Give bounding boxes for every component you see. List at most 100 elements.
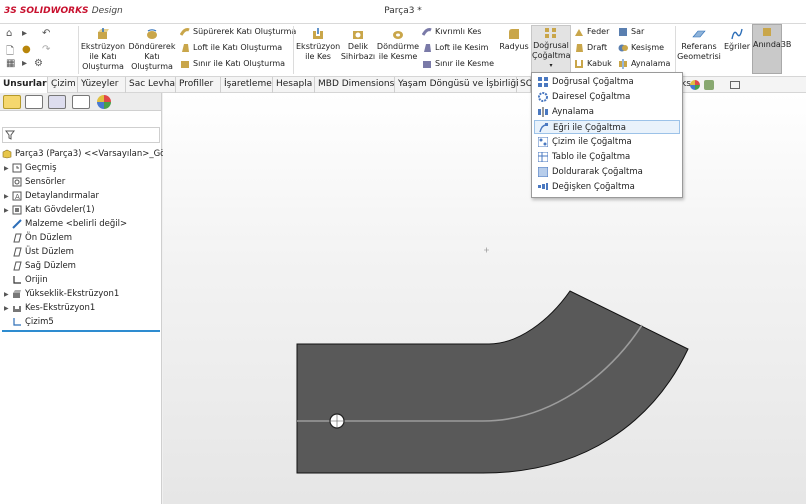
menu-item-curve-driven-pattern[interactable]: Eğri ile Çoğaltma (534, 120, 680, 134)
expand-arrow-icon[interactable]: ▶ (4, 288, 12, 302)
menu-item-table-driven-pattern[interactable]: Tablo ile Çoğaltma (534, 150, 680, 164)
tree-item-front-plane[interactable]: Ön Düzlem (4, 231, 72, 245)
fillet-button[interactable]: Radyus (497, 27, 531, 52)
appearance-icon[interactable] (690, 80, 700, 90)
wrap-label: Sar (631, 27, 645, 36)
linear-pattern-button[interactable]: Doğrusal Çoğaltma ▾ (531, 25, 571, 73)
tab-mbd-dimensions[interactable]: MBD Dimensions (315, 77, 395, 93)
instant3d-button[interactable]: Anında3B (752, 24, 791, 74)
curves-label: Eğriler (723, 42, 751, 51)
tree-item-solid-bodies[interactable]: ▶ Katı Gövdeler(1) (4, 203, 95, 217)
extrude-boss-button[interactable]: Ekstrüzyon ile Katı Oluşturma (80, 27, 126, 72)
sketch-driven-pattern-icon (538, 137, 548, 147)
print-icon[interactable]: ▦ (6, 58, 15, 69)
tree-item-material[interactable]: Malzeme <belirli değil> (4, 217, 127, 231)
extrude-cut-icon (313, 28, 323, 39)
curves-button[interactable]: Eğriler (723, 27, 751, 52)
table-driven-pattern-icon (538, 152, 548, 162)
scene-icon[interactable] (704, 80, 714, 90)
origin-icon (13, 275, 21, 284)
tree-item-top-plane[interactable]: Üst Düzlem (4, 245, 74, 259)
expand-arrow-icon[interactable]: ▶ (4, 204, 12, 218)
expand-arrow-icon[interactable]: ▶ (4, 162, 12, 176)
extrude-cut-button[interactable]: Ekstrüzyon ile Kes (296, 27, 340, 62)
revolve-cut-button[interactable]: Döndürme ile Kesme (376, 27, 420, 62)
feature-manager-panel: Parça3 (Parça3) <<Varsayılan>_Görü ▶ Geçm… (0, 93, 174, 504)
tree-item-right-plane[interactable]: Sağ Düzlem (4, 259, 76, 273)
rebuild-icon[interactable]: ▸ (22, 58, 27, 69)
tree-item-cut-extrude[interactable]: ▶ Kes-Ekstrüzyon1 (4, 301, 95, 315)
rollback-bar[interactable] (2, 330, 160, 332)
undo-icon[interactable]: ↶ (42, 28, 50, 39)
tree-item-sensors[interactable]: Sensörler (4, 175, 65, 189)
hole-wizard-button[interactable]: Delik Sihirbazı (340, 27, 376, 62)
tab-profiles[interactable]: Profiller (176, 77, 221, 93)
tab-features[interactable]: Unsurlar (0, 77, 48, 93)
swept-cut-button[interactable]: Kıvrımlı Kes (422, 25, 481, 39)
menu-item-variable-pattern[interactable]: Değişken Çoğaltma (534, 180, 680, 194)
part-model[interactable] (163, 93, 806, 504)
part-body-shape[interactable] (296, 290, 689, 474)
tab-sheet-metal[interactable]: Sac Levha (126, 77, 176, 93)
loft-boss-button[interactable]: Loft ile Katı Oluşturma (180, 41, 282, 55)
wrap-button[interactable]: Sar (618, 25, 644, 39)
boundary-cut-button[interactable]: Sınır ile Kesme (422, 57, 494, 71)
intersect-button[interactable]: Kesişme (618, 41, 664, 55)
origin-marker (484, 247, 489, 253)
redo-icon[interactable]: ↷ (42, 44, 50, 55)
boundary-boss-button[interactable]: Sınır ile Katı Oluşturma (180, 57, 285, 71)
swept-boss-label: Süpürerek Katı Oluşturma (193, 27, 297, 36)
options-gear-icon[interactable]: ⚙ (34, 58, 43, 69)
display-settings-icon[interactable] (730, 81, 740, 89)
menu-item-label: Çizim ile Çoğaltma (552, 137, 632, 147)
dimxpert-tab-icon[interactable] (72, 95, 90, 109)
expand-arrow-icon[interactable]: ▶ (4, 190, 12, 204)
menu-item-circular-pattern[interactable]: Dairesel Çoğaltma (534, 90, 680, 104)
menu-item-linear-pattern[interactable]: Doğrusal Çoğaltma (534, 75, 680, 89)
tab-evaluate[interactable]: Hesapla (273, 77, 315, 93)
hole-wizard-label: Delik Sihirbazı (340, 42, 376, 61)
graphics-viewport[interactable] (163, 93, 806, 504)
tree-item-origin[interactable]: Orijin (4, 273, 48, 287)
tree-item-sketch[interactable]: Çizim5 (4, 315, 54, 329)
property-manager-tab-icon[interactable] (25, 95, 43, 109)
rib-button[interactable]: Feder (574, 25, 609, 39)
tab-sketch[interactable]: Çizim (48, 77, 78, 93)
tab-solidworks-addins[interactable]: SO (517, 77, 533, 93)
draft-button[interactable]: Draft (574, 41, 607, 55)
tree-item-annotations[interactable]: ▶ A Detaylandırmalar (4, 189, 99, 203)
mirror-icon (619, 58, 627, 69)
configuration-manager-tab-icon[interactable] (48, 95, 66, 109)
dropdown-arrow-icon[interactable]: ▾ (532, 61, 570, 71)
tree-item-label: Katı Gövdeler(1) (25, 205, 95, 215)
tree-item-label: Malzeme <belirli değil> (25, 219, 128, 229)
plane-icon (13, 261, 22, 270)
lightbulb-icon[interactable]: ● (22, 44, 31, 55)
menu-item-sketch-driven-pattern[interactable]: Çizim ile Çoğaltma (534, 135, 680, 149)
tree-item-history[interactable]: ▶ Geçmiş (4, 161, 57, 175)
menu-item-fill-pattern[interactable]: Doldurarak Çoğaltma (534, 165, 680, 179)
home-icon[interactable]: ⌂ (6, 28, 12, 39)
swept-boss-button[interactable]: Süpürerek Katı Oluşturma (180, 25, 296, 39)
part-icon (2, 149, 12, 158)
swept-cut-label: Kıvrımlı Kes (435, 27, 482, 36)
tab-markup[interactable]: İşaretleme (221, 77, 273, 93)
tree-item-boss-extrude[interactable]: ▶ Yükseklik-Ekstrüzyon1 (4, 287, 119, 301)
tab-surfaces[interactable]: Yüzeyler (78, 77, 126, 93)
panel-tabs (0, 93, 161, 111)
arrow-icon[interactable]: ▸ (22, 28, 27, 39)
shell-button[interactable]: Kabuk (574, 57, 612, 71)
tab-lifecycle-collaboration[interactable]: Yaşam Döngüsü ve İşbirliği (395, 77, 519, 93)
menu-item-mirror[interactable]: Aynalama (534, 105, 680, 119)
tree-root-part[interactable]: Parça3 (Parça3) <<Varsayılan>_Görü (2, 147, 174, 161)
feature-manager-tab-icon[interactable] (3, 95, 21, 109)
display-manager-tab-icon[interactable] (97, 95, 111, 109)
loft-cut-label: Loft ile Kesim (435, 43, 489, 52)
revolve-boss-button[interactable]: Döndürerek Katı Oluşturma (128, 27, 176, 72)
tree-filter[interactable] (2, 127, 160, 143)
reference-geometry-button[interactable]: Referans Geometrisi (677, 27, 721, 62)
loft-cut-button[interactable]: Loft ile Kesim (422, 41, 488, 55)
curve-driven-pattern-icon (539, 123, 549, 133)
mirror-button[interactable]: Aynalama (618, 57, 670, 71)
expand-arrow-icon[interactable]: ▶ (4, 302, 12, 316)
